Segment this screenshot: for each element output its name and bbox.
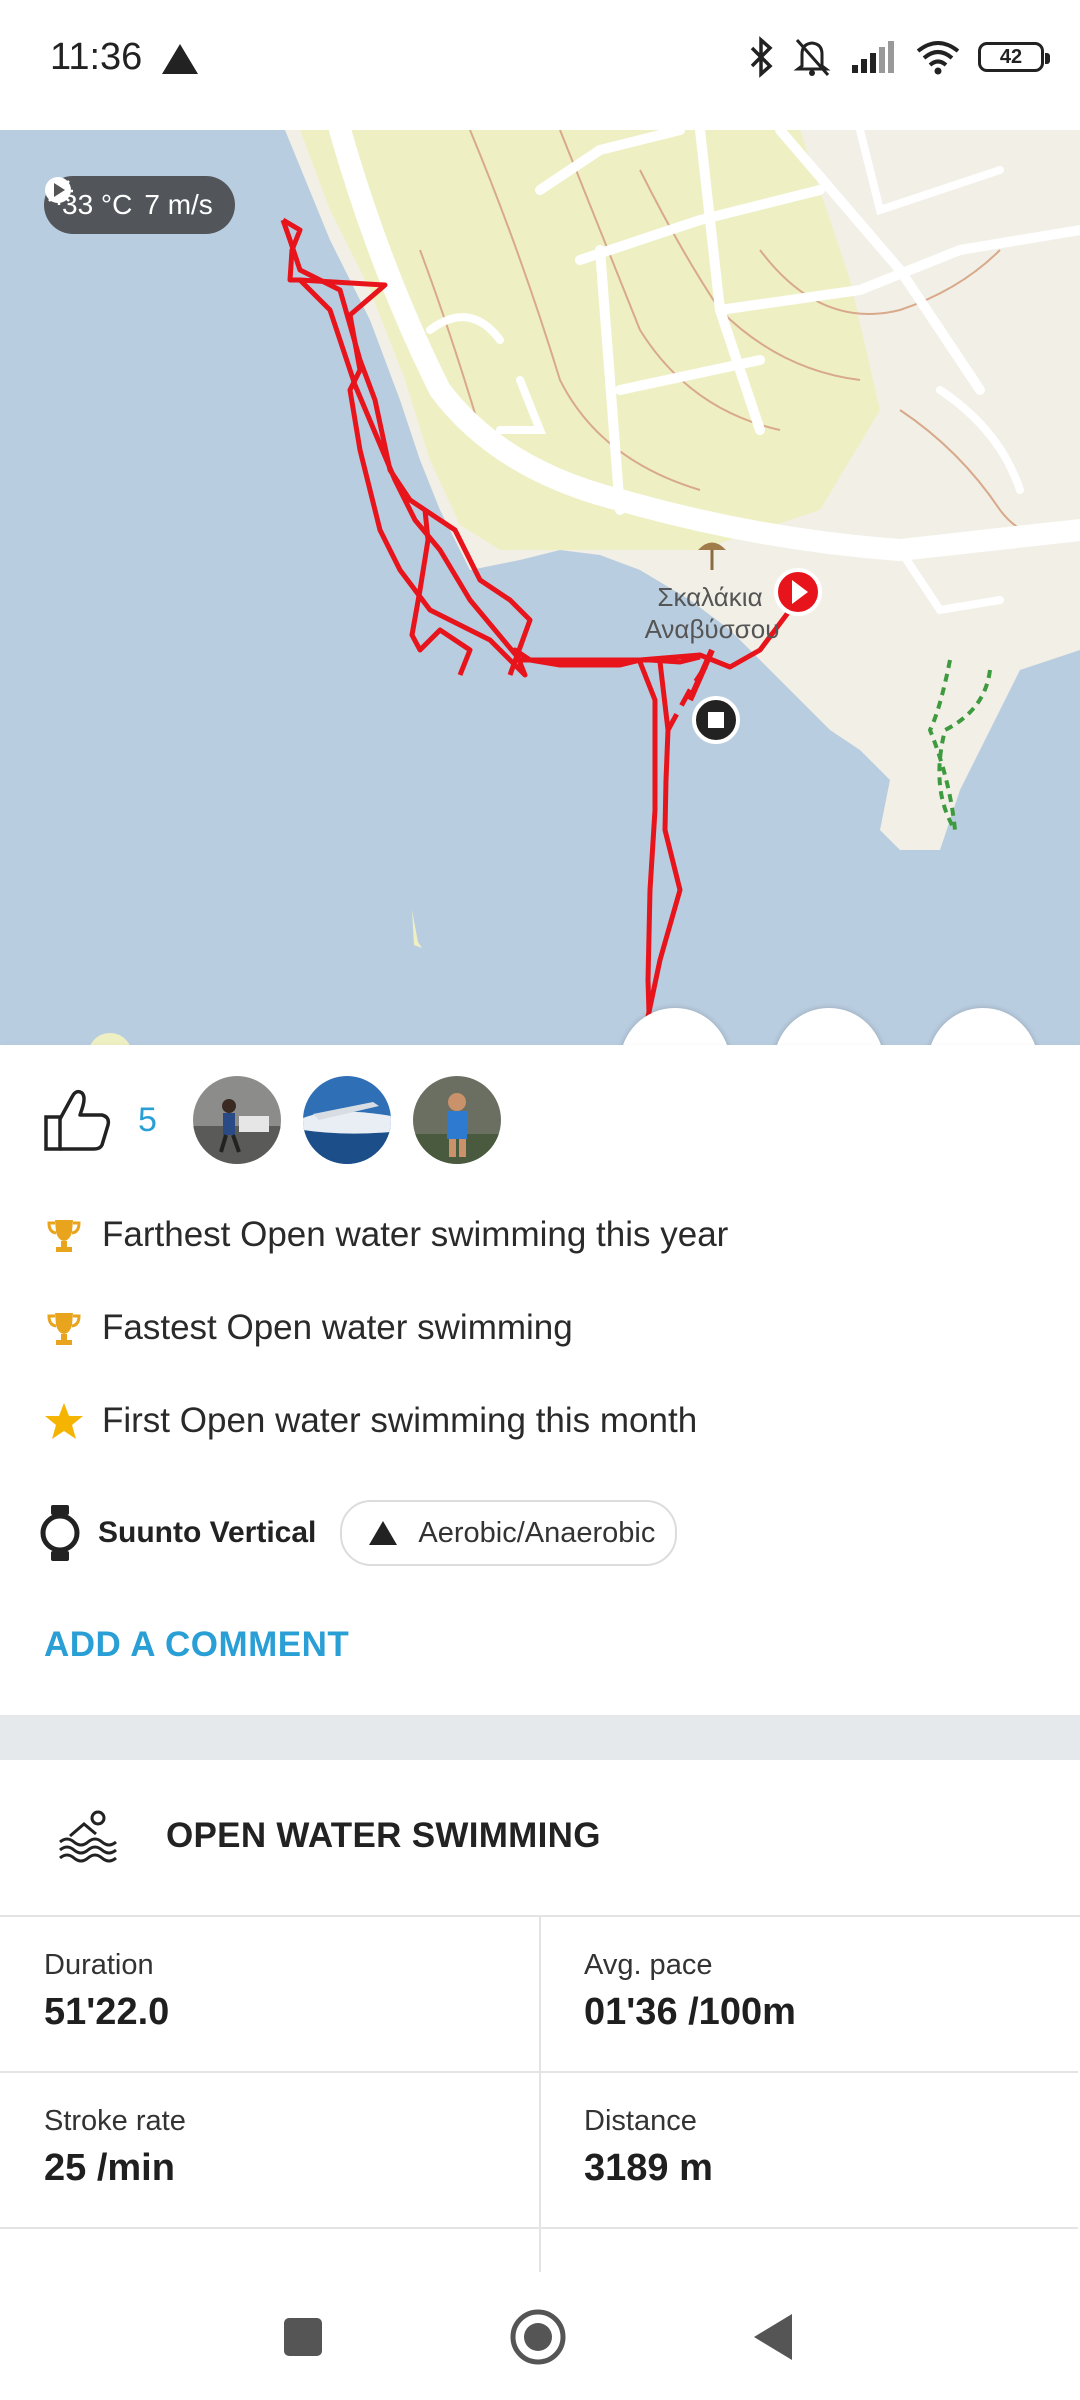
- section-divider: [0, 1715, 1080, 1760]
- likes-count[interactable]: 5: [138, 1101, 157, 1140]
- achievement-text: First Open water swimming this month: [102, 1401, 698, 1440]
- wifi-icon: [916, 41, 960, 75]
- route-end-marker[interactable]: [692, 696, 740, 744]
- device-row: Suunto Vertical Aerobic/Anaerobic: [40, 1500, 678, 1566]
- watch-icon: [40, 1505, 80, 1561]
- summary-header: OPEN WATER SWIMMING: [0, 1760, 1080, 1917]
- avatar[interactable]: [302, 1076, 391, 1164]
- recents-square-icon[interactable]: [282, 2316, 324, 2358]
- bell-off-icon: [793, 39, 831, 76]
- stat-value: 51'22.0: [44, 1991, 170, 2033]
- place-label-line1: Σκαλάκια: [657, 582, 762, 612]
- stat-distance: Distance 3189 m: [539, 2073, 1078, 2229]
- triangle-icon: [369, 1521, 398, 1545]
- achievement-item: Farthest Open water swimming this year: [44, 1215, 728, 1255]
- stat-label: Avg. pace: [584, 1949, 713, 1981]
- home-circle-icon[interactable]: [509, 2308, 567, 2366]
- activity-social-panel: 5 Farthest Open water swimming this year…: [0, 1045, 1080, 1715]
- place-label-line2: Αναβύσσου: [645, 614, 780, 644]
- weather-badge: 33 °C 7 m/s: [44, 176, 235, 234]
- thumbs-up-icon[interactable]: [42, 1087, 112, 1153]
- training-effect-label: Aerobic/Anaerobic: [418, 1516, 656, 1549]
- islet: [412, 910, 422, 948]
- stat-avg-pace: Avg. pace 01'36 /100m: [539, 1917, 1078, 2073]
- wind-speed-text: 7 m/s: [144, 189, 213, 220]
- stat-value: 25 /min: [44, 2147, 175, 2189]
- status-icons: 42: [748, 36, 1050, 78]
- route-start-marker[interactable]: [774, 568, 822, 616]
- achievement-item: First Open water swimming this month: [44, 1401, 697, 1441]
- trophy-icon: [44, 1215, 84, 1255]
- stat-label: Stroke rate: [44, 2105, 186, 2137]
- stat-label: Duration: [44, 1949, 154, 1981]
- map-canvas: Σκαλάκια Αναβύσσου: [90, 130, 1080, 1045]
- stat-duration: Duration 51'22.0: [0, 1917, 539, 2073]
- trophy-icon: [44, 1308, 84, 1348]
- bluetooth-icon: [750, 36, 773, 78]
- device-name: Suunto Vertical: [98, 1516, 317, 1549]
- wind-direction-icon: [45, 177, 71, 203]
- system-nav-bar: [0, 2272, 1080, 2400]
- status-time: 11:36: [50, 36, 143, 78]
- swimming-icon: [59, 1810, 117, 1863]
- training-effect-chip[interactable]: Aerobic/Anaerobic: [340, 1500, 678, 1566]
- add-comment-button[interactable]: ADD A COMMENT: [44, 1625, 349, 1665]
- avatar[interactable]: [192, 1076, 281, 1164]
- battery-level: 42: [999, 45, 1023, 68]
- activity-summary: OPEN WATER SWIMMING Duration 51'22.0 Avg…: [0, 1760, 1080, 2385]
- signal-icon: [852, 41, 894, 73]
- battery-icon: 42: [978, 42, 1050, 72]
- achievement-item: Fastest Open water swimming: [44, 1308, 573, 1348]
- status-bar: 11:36 42: [0, 0, 1080, 130]
- back-triangle-icon[interactable]: [752, 2312, 796, 2362]
- avatar[interactable]: [412, 1076, 501, 1164]
- likes-row: 5: [42, 1075, 523, 1165]
- map-land-fragment: [90, 1033, 130, 1045]
- star-icon: [44, 1401, 84, 1441]
- achievement-text: Fastest Open water swimming: [102, 1308, 573, 1347]
- stat-label: Distance: [584, 2105, 697, 2137]
- stat-value: 01'36 /100m: [584, 1991, 796, 2033]
- stat-value: 3189 m: [584, 2147, 713, 2189]
- navigation-arrow-icon: [162, 44, 198, 74]
- stat-stroke-rate: Stroke rate 25 /min: [0, 2073, 539, 2229]
- activity-type-title: OPEN WATER SWIMMING: [166, 1816, 601, 1855]
- achievement-text: Farthest Open water swimming this year: [102, 1215, 729, 1254]
- route-map[interactable]: Σκαλάκια Αναβύσσου 33 °C 7 m/s: [0, 130, 1080, 1045]
